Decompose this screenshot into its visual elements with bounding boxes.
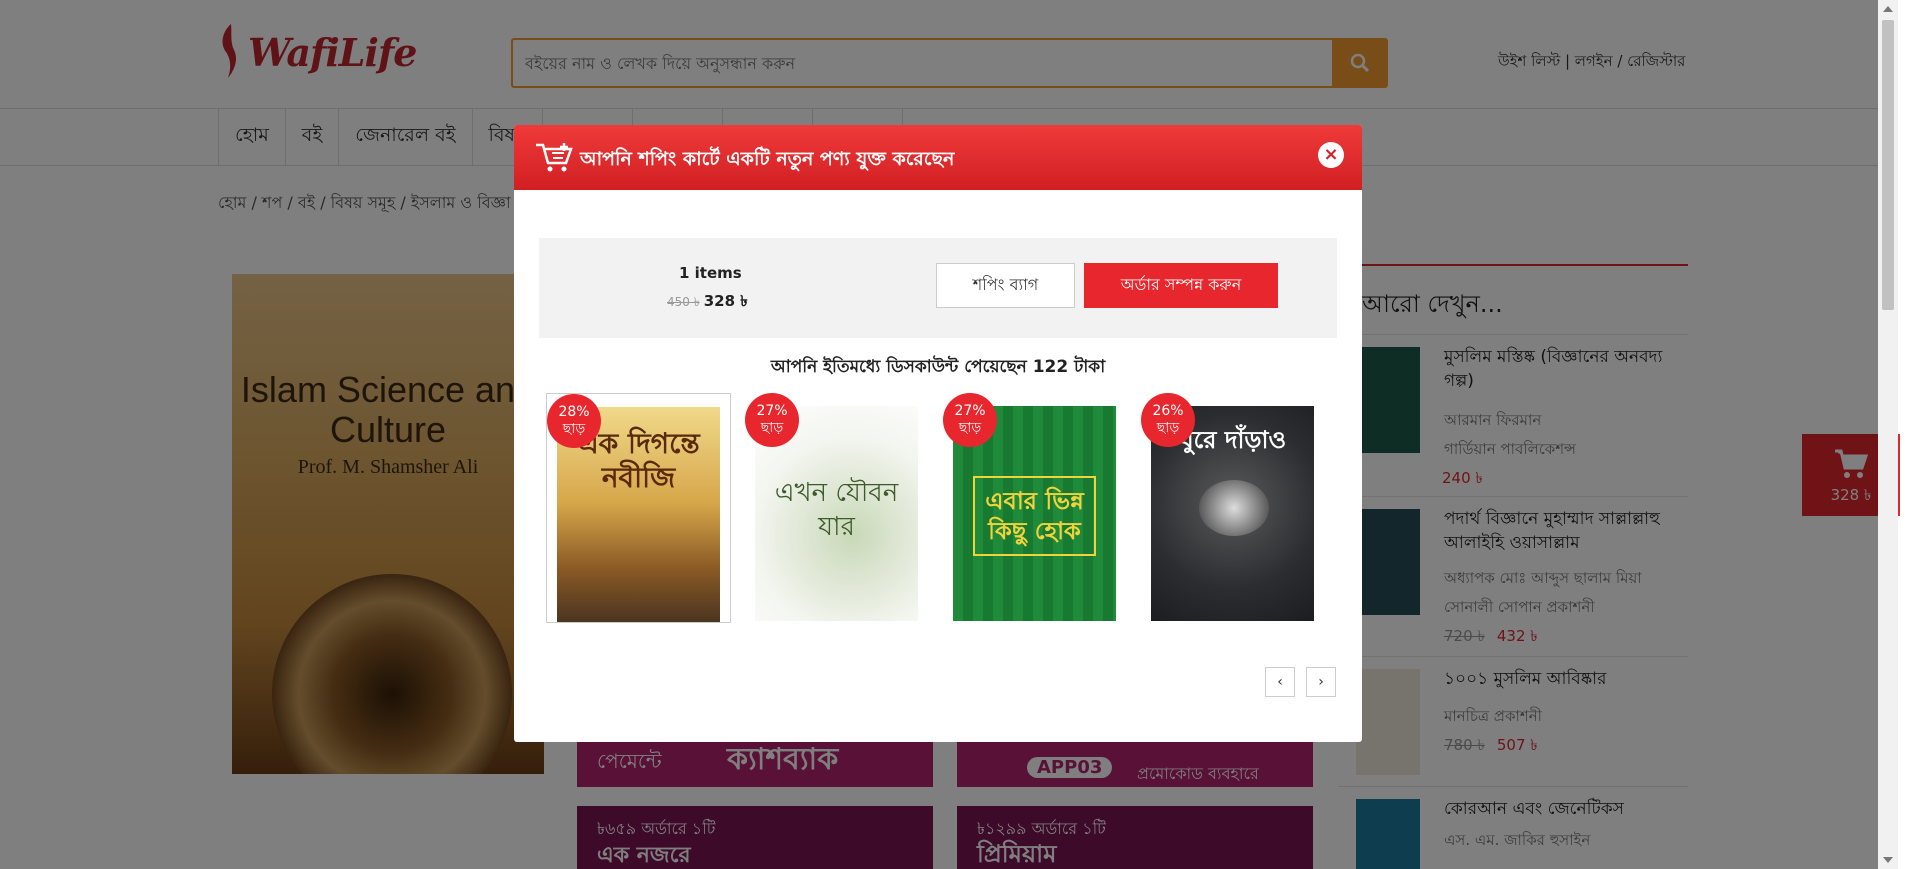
page-scrollbar[interactable] xyxy=(1878,0,1898,869)
complete-order-button[interactable]: অর্ডার সম্পন্ন করুন xyxy=(1084,263,1278,308)
suggested-book-card[interactable]: এবার ভিন্ন কিছু হোক 27% ছাড় xyxy=(943,393,1128,623)
discount-percent: 27% xyxy=(954,403,986,419)
discount-badge: 27% ছাড় xyxy=(745,393,799,447)
modal-header: আপনি শপিং কার্টে একটি নতুন পণ্য যুক্ত কর… xyxy=(514,125,1362,190)
cart-item-count: 1 items xyxy=(679,264,742,282)
discount-badge: 26% ছাড় xyxy=(1141,393,1195,447)
cart-old-price: 450 ৳ xyxy=(667,295,700,309)
suggested-books-carousel: এক দিগন্তে নবীজি 28% ছাড় এখন যৌবন যার 2… xyxy=(546,393,1336,623)
discount-label: ছাড় xyxy=(562,421,586,437)
chevron-right-icon: › xyxy=(1318,674,1324,690)
close-icon[interactable]: × xyxy=(1318,142,1344,168)
cover-title: এবার ভিন্ন কিছু হোক xyxy=(973,476,1096,556)
cover-title: এখন যৌবন যার xyxy=(774,478,899,542)
carousel-next-button[interactable]: › xyxy=(1306,667,1336,697)
cart-price: 328 ৳ xyxy=(703,292,748,310)
suggested-book-card[interactable]: ঘুরে দাঁড়াও 26% ছাড় xyxy=(1141,393,1326,623)
discount-message: আপনি ইতিমধ্যে ডিসকাউন্ট পেয়েছেন 122 টাক… xyxy=(770,357,1106,377)
modal-title: আপনি শপিং কার্টে একটি নতুন পণ্য যুক্ত কর… xyxy=(580,148,955,170)
cart-summary: 1 items 450 ৳ 328 ৳ শপিং ব্যাগ অর্ডার সম্… xyxy=(539,238,1337,338)
shopping-bag-button[interactable]: শপিং ব্যাগ xyxy=(936,263,1075,308)
discount-percent: 27% xyxy=(756,403,788,419)
added-to-cart-modal: আপনি শপিং কার্টে একটি নতুন পণ্য যুক্ত কর… xyxy=(514,125,1362,742)
discount-label: ছাড় xyxy=(1156,420,1180,436)
discount-badge: 28% ছাড় xyxy=(547,394,601,448)
suggested-book-card[interactable]: এক দিগন্তে নবীজি 28% ছাড় xyxy=(546,393,731,623)
scroll-thumb[interactable] xyxy=(1882,20,1894,310)
chevron-left-icon: ‹ xyxy=(1277,674,1283,690)
discount-percent: 28% xyxy=(558,404,590,420)
discount-label: ছাড় xyxy=(760,420,784,436)
cart-add-icon xyxy=(536,143,573,172)
discount-badge: 27% ছাড় xyxy=(943,393,997,447)
discount-percent: 26% xyxy=(1152,403,1184,419)
cart-price-row: 450 ৳ 328 ৳ xyxy=(667,290,748,315)
brain-illustration xyxy=(1199,480,1269,536)
scroll-down-arrow-icon[interactable] xyxy=(1883,857,1893,863)
suggested-book-card[interactable]: এখন যৌবন যার 27% ছাড় xyxy=(745,393,930,623)
discount-label: ছাড় xyxy=(958,420,982,436)
carousel-prev-button[interactable]: ‹ xyxy=(1265,667,1295,697)
scroll-up-arrow-icon[interactable] xyxy=(1883,6,1893,12)
